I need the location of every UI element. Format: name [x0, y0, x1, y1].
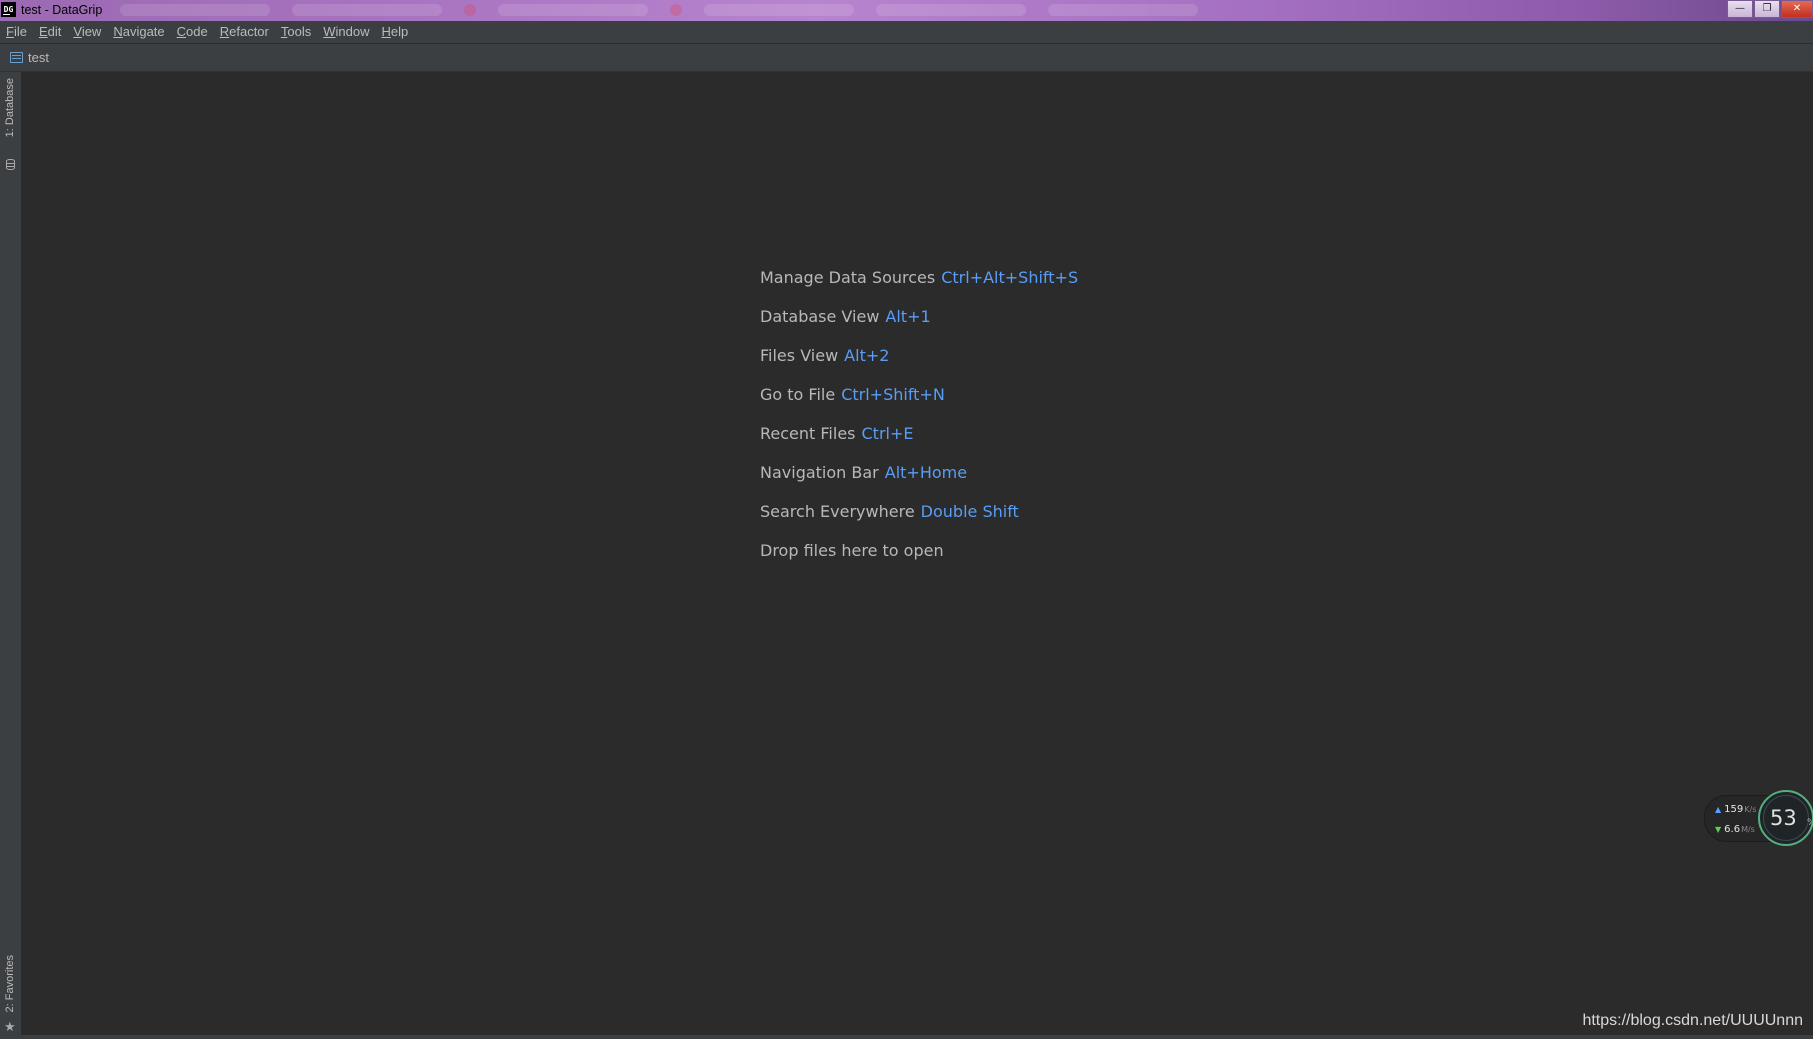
hint-label: Search Everywhere: [760, 502, 915, 521]
hint-drop-files: Drop files here to open: [760, 541, 1078, 580]
breadcrumb-project[interactable]: test: [28, 50, 49, 65]
hint-label: Recent Files: [760, 424, 856, 443]
hint-label: Manage Data Sources: [760, 268, 936, 287]
hint-go-to-file: Go to File Ctrl+Shift+N: [760, 385, 1078, 424]
menu-file[interactable]: File: [0, 21, 33, 43]
database-console-icon: [10, 52, 23, 63]
database-icon: [6, 159, 15, 170]
menu-refactor[interactable]: Refactor: [214, 21, 275, 43]
menu-tools[interactable]: Tools: [275, 21, 317, 43]
datagrip-window: DG test - DataGrip — ❐ ✕ File Edit View …: [0, 0, 1813, 1039]
usage-gauge: 53 %: [1758, 790, 1813, 846]
hint-shortcut[interactable]: Ctrl+Alt+Shift+S: [941, 268, 1078, 287]
upload-speed-unit: K/s: [1744, 805, 1757, 814]
window-title: test - DataGrip: [21, 3, 103, 17]
close-icon: ✕: [1792, 3, 1802, 14]
background-tabs: [120, 4, 1720, 18]
upload-speed-value: 159: [1724, 804, 1744, 815]
tool-tab-favorites-label: 2: Favorites: [4, 955, 16, 1013]
hint-shortcut[interactable]: Double Shift: [921, 502, 1019, 521]
hint-shortcut[interactable]: Ctrl+E: [862, 424, 914, 443]
hint-recent-files: Recent Files Ctrl+E: [760, 424, 1078, 463]
star-icon: ★: [4, 1020, 16, 1035]
arrow-down-icon: ▼: [1715, 825, 1722, 834]
hint-shortcut[interactable]: Alt+Home: [885, 463, 967, 482]
window-controls: — ❐ ✕: [1727, 0, 1813, 18]
hint-database-view: Database View Alt+1: [760, 307, 1078, 346]
tool-tab-database-label: 1: Database: [4, 78, 16, 138]
hint-manage-data-sources: Manage Data Sources Ctrl+Alt+Shift+S: [760, 268, 1078, 307]
hint-label: Navigation Bar: [760, 463, 879, 482]
menu-view[interactable]: View: [67, 21, 107, 43]
hint-label: Files View: [760, 346, 839, 365]
empty-editor-hints: Manage Data Sources Ctrl+Alt+Shift+S Data…: [760, 268, 1078, 580]
restore-button[interactable]: ❐: [1754, 0, 1780, 18]
menu-navigate[interactable]: Navigate: [107, 21, 170, 43]
title-bar: DG test - DataGrip — ❐ ✕: [0, 0, 1813, 21]
usage-percent: 53: [1770, 806, 1797, 830]
hint-label: Drop files here to open: [760, 541, 944, 560]
tool-tab-database[interactable]: 1: Database: [0, 78, 21, 174]
close-button[interactable]: ✕: [1781, 0, 1813, 18]
download-speed-unit: M/s: [1741, 825, 1755, 834]
hint-label: Database View: [760, 307, 880, 326]
tool-tab-favorites[interactable]: 2: Favorites ★: [0, 955, 21, 1035]
menu-bar: File Edit View Navigate Code Refactor To…: [0, 21, 1813, 43]
menu-help[interactable]: Help: [375, 21, 414, 43]
arrow-up-icon: ▲: [1715, 805, 1722, 814]
left-tool-strip: 1: Database 2: Favorites ★: [0, 72, 22, 1035]
usage-percent-sign: %: [1807, 818, 1812, 828]
hint-search-everywhere: Search Everywhere Double Shift: [760, 502, 1078, 541]
menu-edit[interactable]: Edit: [33, 21, 67, 43]
bottom-edge: [0, 1035, 1813, 1039]
menu-window[interactable]: Window: [317, 21, 375, 43]
hint-shortcut[interactable]: Alt+1: [885, 307, 930, 326]
network-monitor-widget[interactable]: ▲159K/s ▼6.6M/s 53 %: [1704, 790, 1813, 850]
datagrip-logo-icon: DG: [1, 2, 16, 17]
minimize-button[interactable]: —: [1727, 0, 1753, 18]
hint-label: Go to File: [760, 385, 836, 404]
hint-shortcut[interactable]: Alt+2: [844, 346, 889, 365]
restore-icon: ❐: [1762, 3, 1772, 14]
menu-code[interactable]: Code: [171, 21, 214, 43]
hint-navigation-bar: Navigation Bar Alt+Home: [760, 463, 1078, 502]
download-speed-value: 6.6: [1724, 824, 1741, 835]
minimize-icon: —: [1735, 3, 1745, 14]
editor-empty-area[interactable]: Manage Data Sources Ctrl+Alt+Shift+S Data…: [22, 72, 1813, 1035]
hint-files-view: Files View Alt+2: [760, 346, 1078, 385]
navigation-bar: test: [0, 44, 1813, 72]
download-speed: ▼ 6.6M/s: [1715, 824, 1755, 835]
hint-shortcut[interactable]: Ctrl+Shift+N: [841, 385, 945, 404]
upload-speed: ▲ 159K/s: [1715, 804, 1756, 815]
watermark-url: https://blog.csdn.net/UUUUnnn: [1582, 1012, 1803, 1029]
